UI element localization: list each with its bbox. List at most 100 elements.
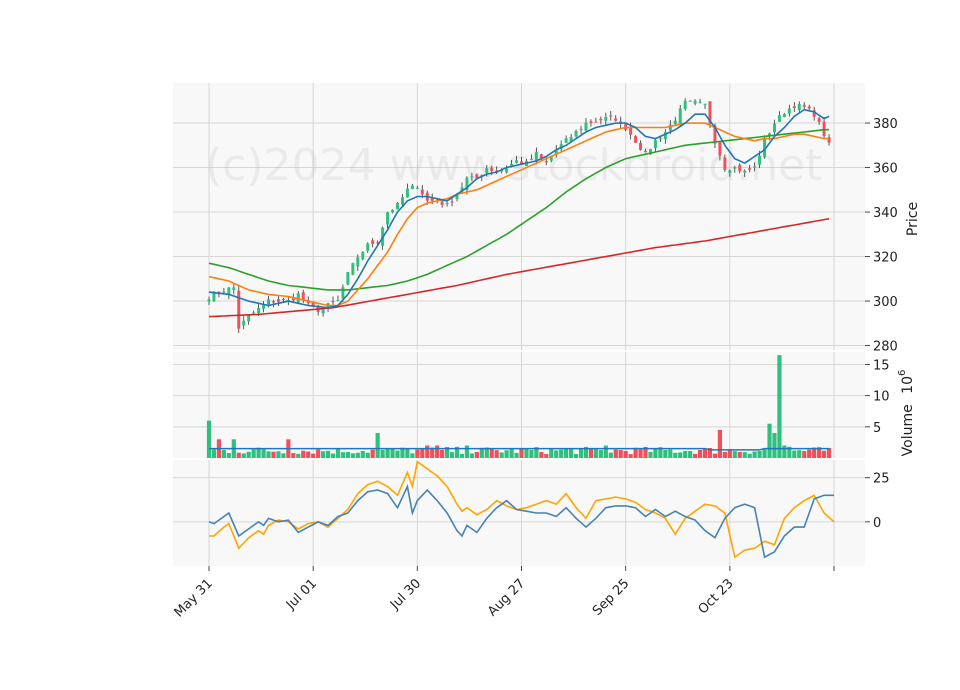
volume-bar-down	[821, 450, 827, 458]
candle-up	[470, 176, 474, 178]
candle-up	[257, 307, 261, 314]
volume-bar-down	[722, 451, 727, 458]
volume-bar-up	[464, 445, 470, 458]
volume-bar-down	[301, 450, 306, 458]
candle-up	[356, 257, 360, 267]
candle-up	[386, 212, 390, 225]
candle-down	[644, 151, 647, 153]
volume-bar-up	[390, 448, 395, 458]
candle-up	[341, 287, 345, 299]
volume-bar-up	[742, 452, 747, 458]
volume-bar-up	[673, 452, 678, 458]
candle-up	[207, 299, 211, 302]
candle-up	[529, 158, 533, 160]
candle-down	[723, 157, 727, 170]
volume-bar-up	[663, 449, 668, 458]
volume-bar-up	[246, 451, 251, 458]
volume-axis-label: Volume 106	[897, 370, 916, 457]
volume-bar-down	[623, 450, 628, 458]
volume-bar-up	[206, 420, 212, 458]
volume-bar-up	[767, 423, 772, 458]
volume-bar-down	[494, 450, 499, 458]
volume-bar-down	[474, 451, 479, 458]
volume-bar-down	[826, 448, 832, 458]
volume-bar-up	[752, 451, 757, 458]
volume-bar-up	[792, 450, 797, 458]
oscillator-panel-background	[173, 460, 865, 566]
volume-bar-down	[737, 451, 742, 458]
volume-bar-up	[578, 448, 584, 458]
volume-bar-up	[261, 449, 266, 458]
oscillator-tick-label: 25	[873, 472, 890, 487]
volume-bar-up	[405, 449, 410, 458]
volume-bar-up	[226, 453, 231, 458]
volume-bar-up	[509, 448, 514, 458]
volume-bar-up	[554, 450, 559, 458]
price-tick-label: 340	[873, 206, 898, 221]
volume-bar-up	[211, 449, 217, 458]
volume-axis-exponent-base: 10	[900, 376, 916, 394]
candle-up	[445, 203, 449, 205]
volume-bar-up	[559, 449, 564, 458]
candle-up	[515, 160, 519, 163]
candle-down	[639, 142, 643, 150]
candle-down	[440, 201, 444, 205]
candle-down	[807, 106, 811, 109]
volume-bar-up	[504, 450, 509, 458]
volume-bar-up	[449, 452, 455, 458]
candle-down	[544, 161, 548, 163]
volume-bar-up	[345, 451, 350, 458]
volume-tick-label: 10	[873, 390, 890, 405]
volume-bar-up	[772, 433, 777, 458]
volume-bar-down	[807, 449, 812, 458]
volume-bar-up	[529, 449, 534, 458]
volume-bar-down	[415, 449, 420, 458]
candle-down	[281, 298, 285, 300]
volume-bar-up	[683, 450, 688, 458]
volume-bar-up	[380, 449, 385, 458]
volume-bar-up	[330, 453, 336, 458]
volume-bar-down	[638, 449, 643, 458]
volume-bar-down	[271, 451, 276, 458]
volume-bar-up	[653, 448, 658, 458]
candle-down	[237, 290, 241, 329]
candle-down	[589, 121, 593, 123]
volume-bar-down	[618, 450, 623, 458]
volume-bar-down	[425, 445, 430, 458]
volume-bar-down	[291, 453, 296, 458]
candle-down	[822, 121, 826, 136]
volume-bar-up	[648, 451, 653, 458]
volume-bar-down	[702, 448, 708, 458]
candle-up	[728, 170, 732, 174]
candle-up	[366, 243, 370, 251]
candle-down	[371, 240, 375, 245]
candle-down	[614, 118, 618, 121]
candle-up	[698, 101, 702, 103]
candle-up	[758, 155, 762, 165]
volume-bar-up	[296, 453, 301, 458]
candle-down	[718, 141, 722, 156]
volume-bar-up	[593, 449, 598, 458]
volume-bar-down	[712, 453, 718, 458]
volume-bar-up	[757, 451, 762, 458]
volume-bar-down	[697, 450, 703, 458]
candle-up	[797, 104, 801, 110]
volume-bar-down	[727, 449, 732, 458]
candle-up	[782, 114, 786, 118]
volume-bar-up	[608, 452, 613, 458]
volume-bar-up	[410, 453, 415, 458]
volume-bar-down	[435, 445, 440, 458]
candle-up	[222, 291, 226, 293]
candle-down	[738, 164, 742, 172]
volume-bar-down	[628, 454, 633, 458]
volume-bar-down	[613, 449, 618, 458]
candle-up	[252, 312, 256, 314]
candle-down	[420, 189, 424, 195]
volume-bar-down	[717, 429, 723, 458]
volume-bar-down	[440, 449, 445, 458]
candle-down	[450, 201, 454, 203]
candle-up	[485, 168, 489, 173]
candle-up	[753, 166, 757, 168]
volume-bar-up	[375, 433, 380, 458]
price-tick-label: 280	[873, 340, 898, 355]
